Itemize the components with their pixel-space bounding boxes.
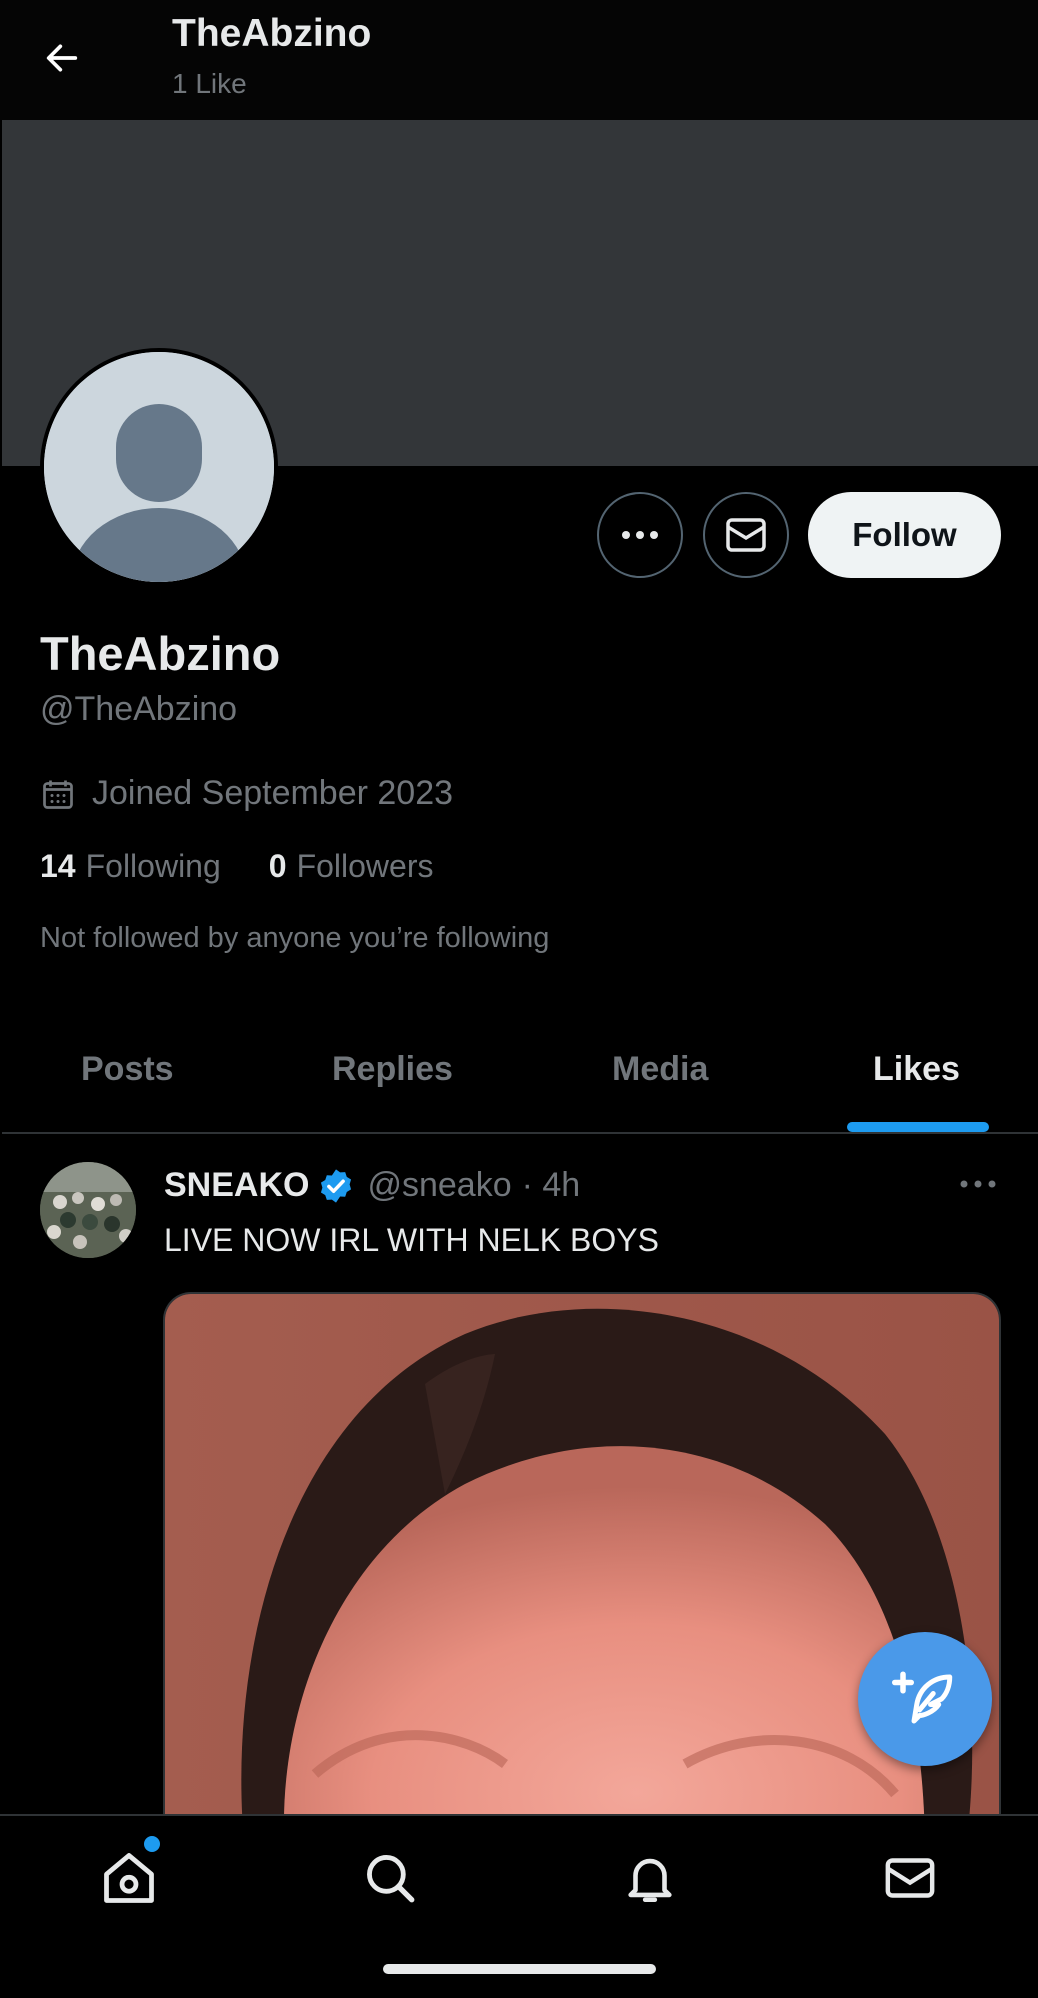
search-icon bbox=[367, 1855, 415, 1903]
post-text: LIVE NOW IRL WITH NELK BOYS bbox=[164, 1222, 659, 1258]
tab-likes[interactable]: Likes bbox=[873, 1050, 960, 1089]
profile-name: TheAbzino bbox=[40, 627, 281, 680]
nav-notifications[interactable] bbox=[618, 1846, 682, 1910]
following-label: Following bbox=[85, 848, 221, 884]
back-button[interactable] bbox=[36, 32, 88, 84]
compose-feather-icon bbox=[892, 1671, 953, 1724]
ellipsis-icon bbox=[622, 531, 658, 539]
joined-date: Joined September 2023 bbox=[40, 774, 453, 813]
verified-badge-icon bbox=[321, 1168, 352, 1203]
system-gesture-area bbox=[0, 1938, 1038, 1998]
following-count: 14 bbox=[40, 848, 76, 884]
tab-replies[interactable]: Replies bbox=[332, 1050, 453, 1089]
home-icon bbox=[104, 1853, 154, 1903]
post-time: · 4h bbox=[521, 1166, 581, 1204]
more-options-button[interactable] bbox=[597, 492, 683, 578]
nav-search[interactable] bbox=[358, 1846, 422, 1910]
profile-handle: @TheAbzino bbox=[40, 690, 238, 728]
calendar-icon bbox=[43, 780, 73, 809]
envelope-icon bbox=[726, 518, 766, 552]
message-button[interactable] bbox=[703, 492, 789, 578]
post-author-name[interactable]: SNEAKO bbox=[164, 1166, 309, 1205]
tab-posts[interactable]: Posts bbox=[81, 1050, 174, 1089]
home-indicator[interactable] bbox=[383, 1964, 656, 1974]
ellipsis-icon bbox=[960, 1180, 996, 1188]
profile-tabs: Posts Replies Media Likes bbox=[2, 1020, 1038, 1134]
bottom-navigation bbox=[0, 1814, 1038, 1938]
post-more-button[interactable] bbox=[958, 1174, 998, 1194]
followers-link[interactable]: 0 Followers bbox=[269, 848, 434, 885]
header-title: TheAbzino bbox=[172, 12, 372, 55]
post-video-thumbnail bbox=[165, 1294, 999, 1852]
post-author-avatar[interactable] bbox=[40, 1162, 136, 1258]
post-header: SNEAKO @sneako · 4h bbox=[164, 1166, 580, 1205]
follow-button[interactable]: Follow bbox=[808, 492, 1001, 578]
top-bar: TheAbzino 1 Like bbox=[0, 0, 1038, 120]
follow-stats: 14 Following 0 Followers bbox=[40, 848, 481, 885]
nav-messages[interactable] bbox=[878, 1846, 942, 1910]
profile-avatar[interactable] bbox=[40, 348, 278, 586]
compose-post-button[interactable] bbox=[858, 1632, 992, 1766]
post-media-image[interactable] bbox=[163, 1292, 1001, 1852]
following-link[interactable]: 14 Following bbox=[40, 848, 221, 885]
default-avatar-icon bbox=[44, 352, 274, 582]
followers-count: 0 bbox=[268, 848, 287, 884]
mail-icon bbox=[885, 1858, 935, 1898]
author-photo bbox=[40, 1162, 136, 1258]
nav-home[interactable] bbox=[97, 1846, 161, 1910]
not-followed-text: Not followed by anyone you’re following bbox=[40, 922, 550, 954]
followers-label: Followers bbox=[296, 848, 434, 884]
tab-media[interactable]: Media bbox=[612, 1050, 708, 1089]
arrow-left-icon bbox=[46, 44, 78, 72]
header-like-count: 1 Like bbox=[172, 68, 247, 99]
post-author-handle[interactable]: @sneako bbox=[367, 1166, 511, 1205]
bell-icon bbox=[628, 1858, 672, 1903]
joined-text: Joined September 2023 bbox=[92, 774, 454, 812]
active-tab-indicator bbox=[847, 1122, 989, 1132]
home-notification-dot bbox=[144, 1836, 160, 1852]
